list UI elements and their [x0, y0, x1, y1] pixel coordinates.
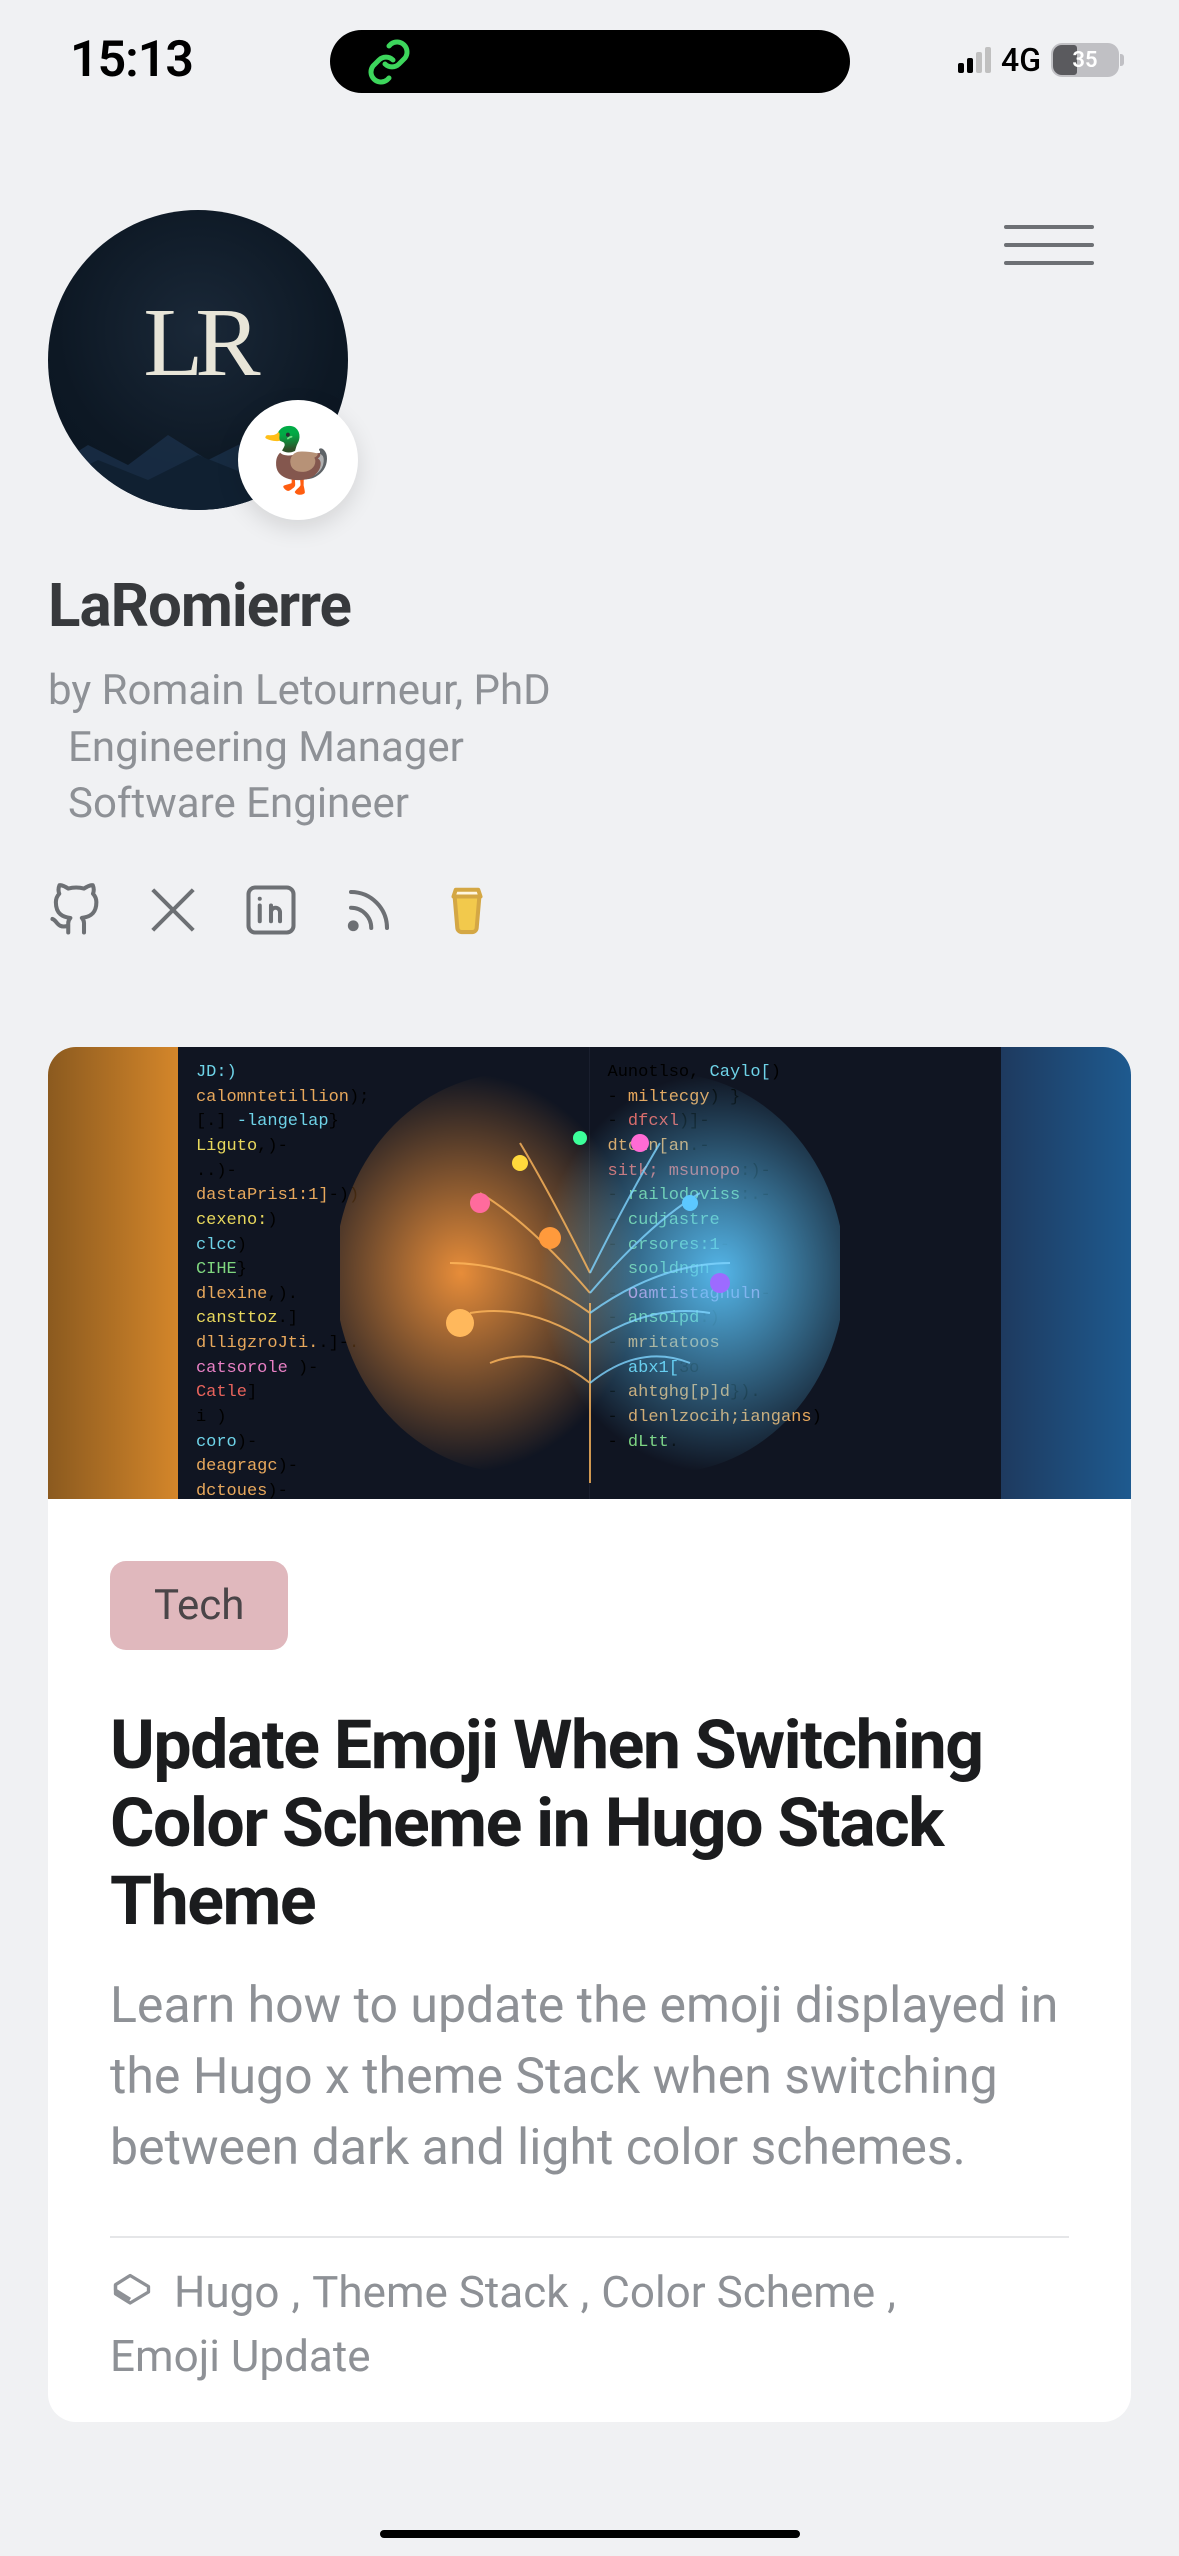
tag-link[interactable]: Color Scheme	[601, 2266, 875, 2318]
social-links	[48, 883, 1131, 937]
post-title[interactable]: Update Emoji When Switching Color Scheme…	[110, 1706, 1069, 1941]
status-right: 4G 35	[958, 41, 1119, 79]
status-bar: 15:13 4G 35	[0, 0, 1179, 110]
site-byline: by Romain Letourneur, PhD Engineering Ma…	[48, 663, 1131, 833]
link-icon	[365, 38, 413, 86]
home-indicator[interactable]	[380, 2530, 800, 2538]
rss-icon[interactable]	[342, 883, 396, 937]
site-header: LR 🦆 LaRomierre by Romain Letourneur, Ph…	[0, 110, 1179, 977]
signal-icon	[958, 47, 991, 73]
post-card[interactable]: JD:) calomntetillion); [.] -langelap} Li…	[48, 1047, 1131, 2422]
x-icon[interactable]	[146, 883, 200, 937]
tags-icon	[110, 2270, 154, 2314]
tag-link[interactable]: Theme Stack	[312, 2266, 568, 2318]
post-body: Tech Update Emoji When Switching Color S…	[48, 1499, 1131, 2422]
linkedin-icon[interactable]	[244, 883, 298, 937]
tag-separator: ,	[887, 2266, 896, 2318]
category-chip[interactable]: Tech	[110, 1561, 288, 1650]
byline-author: by Romain Letourneur, PhD	[48, 663, 1131, 720]
avatar-badge: 🦆	[238, 400, 358, 520]
status-time: 15:13	[70, 31, 193, 89]
byline-role-1: Engineering Manager	[48, 720, 1131, 777]
tag-link[interactable]: Emoji Update	[110, 2330, 371, 2382]
post-excerpt: Learn how to update the emoji displayed …	[110, 1971, 1069, 2184]
network-label: 4G	[1001, 41, 1041, 79]
menu-button[interactable]	[1004, 215, 1094, 275]
tag-link[interactable]: Hugo	[174, 2266, 279, 2318]
dynamic-island[interactable]	[330, 30, 850, 93]
byline-role-2: Software Engineer	[48, 776, 1131, 833]
battery-level: 35	[1072, 48, 1097, 73]
post-tags: Hugo , Theme Stack , Color Scheme , Emoj…	[110, 2266, 1069, 2382]
site-title[interactable]: LaRomierre	[48, 570, 1131, 641]
battery-icon: 35	[1051, 43, 1119, 77]
avatar[interactable]: LR 🦆	[48, 210, 348, 510]
github-icon[interactable]	[48, 883, 102, 937]
tag-separator: ,	[291, 2266, 300, 2318]
divider	[110, 2236, 1069, 2238]
avatar-initials: LR	[143, 287, 252, 399]
post-cover-image: JD:) calomntetillion); [.] -langelap} Li…	[48, 1047, 1131, 1499]
tag-separator: ,	[581, 2266, 590, 2318]
coffee-icon[interactable]	[440, 883, 494, 937]
